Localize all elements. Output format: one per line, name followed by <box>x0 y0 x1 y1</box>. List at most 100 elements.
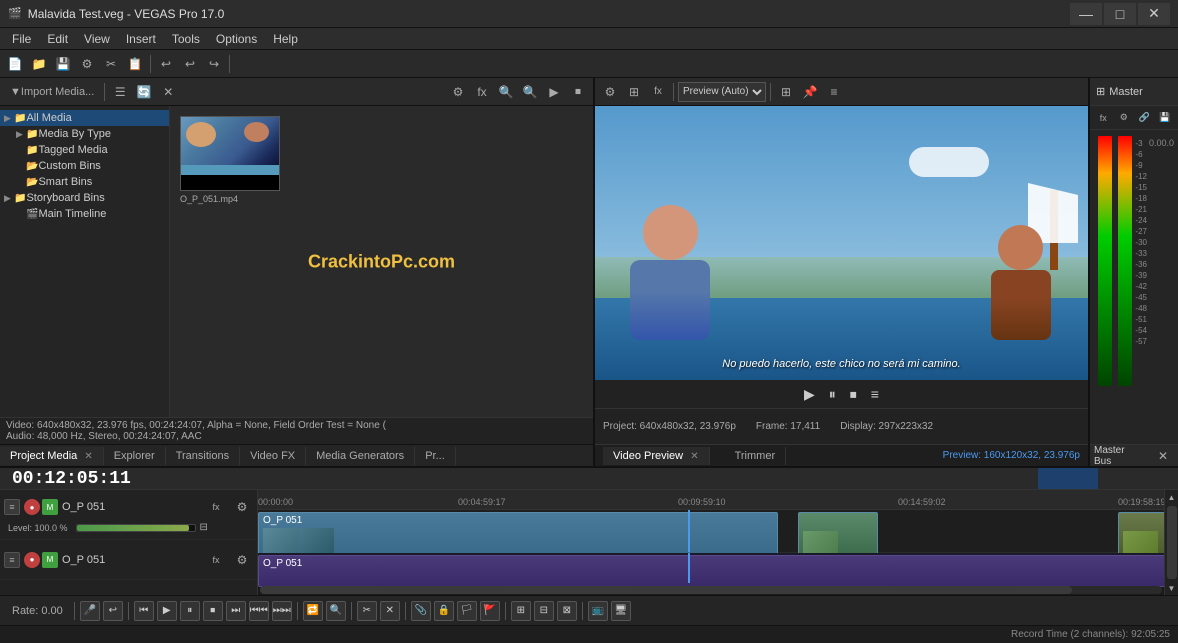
settings-icon[interactable]: ⚙ <box>447 81 469 103</box>
tree-item-tagged-media[interactable]: 📁 Tagged Media <box>0 142 169 158</box>
menu-view[interactable]: View <box>76 30 118 48</box>
minimize-button[interactable]: — <box>1070 3 1102 25</box>
trans-marker[interactable]: 🏳 <box>457 601 477 621</box>
copy-button[interactable]: 📋 <box>124 53 146 75</box>
tab-media-gen[interactable]: Media Generators <box>306 447 415 465</box>
tab-video-preview[interactable]: Video Preview ✕ <box>603 447 710 465</box>
preview-grid[interactable]: ⊞ <box>623 81 645 103</box>
scroll-down[interactable]: ▼ <box>1165 581 1178 595</box>
track-mute-btn-audio[interactable]: M <box>42 552 58 568</box>
refresh-button[interactable]: 🔄 <box>133 81 155 103</box>
save-button[interactable]: 💾 <box>52 53 74 75</box>
new-button[interactable]: 📄 <box>4 53 26 75</box>
master-fx-btn[interactable]: fx <box>1094 107 1113 129</box>
tree-item-media-by-type[interactable]: ▶ 📁 Media By Type <box>0 126 169 142</box>
trans-stop[interactable]: ⏹ <box>203 601 223 621</box>
tab-video-fx[interactable]: Video FX <box>240 447 306 465</box>
media-thumb-0p51[interactable] <box>180 116 280 191</box>
trans-more2[interactable]: 🔒 <box>434 601 454 621</box>
zoom-in[interactable]: 🔍 <box>495 81 517 103</box>
view-toggle[interactable]: ☰ <box>109 81 131 103</box>
trans-ext1[interactable]: 📺 <box>588 601 608 621</box>
tab-vp-close[interactable]: ✕ <box>690 451 698 462</box>
fx-icon[interactable]: fx <box>471 81 493 103</box>
trans-mic[interactable]: 🎤 <box>80 601 100 621</box>
preview-pause[interactable]: ⏸ <box>825 384 840 405</box>
trans-grid2[interactable]: ⊟ <box>534 601 554 621</box>
menu-insert[interactable]: Insert <box>118 30 164 48</box>
trans-play[interactable]: ▶ <box>157 601 177 621</box>
stop-button-left[interactable]: ⏹ <box>567 81 589 103</box>
zoom-out[interactable]: 🔍 <box>519 81 541 103</box>
preview-fx[interactable]: fx <box>647 81 669 103</box>
menu-options[interactable]: Options <box>208 30 265 48</box>
preview-snap[interactable]: 📌 <box>799 81 821 103</box>
preview-menu[interactable]: ≡ <box>867 384 883 404</box>
maximize-button[interactable]: □ <box>1104 3 1136 25</box>
master-save[interactable]: 💾 <box>1156 107 1175 129</box>
preview-play[interactable]: ▶ <box>800 384 819 405</box>
trans-goto-start[interactable]: ⏮ <box>134 601 154 621</box>
tree-item-smart-bins[interactable]: 📂 Smart Bins <box>0 174 169 190</box>
preview-grid2[interactable]: ⊞ <box>775 81 797 103</box>
track-settings-audio[interactable]: ⚙ <box>231 549 253 571</box>
trans-grid1[interactable]: ⊞ <box>511 601 531 621</box>
close-button[interactable]: ✕ <box>1138 3 1170 25</box>
tab-pr[interactable]: Pr... <box>415 447 456 465</box>
preview-settings[interactable]: ⚙ <box>599 81 621 103</box>
trans-pause[interactable]: ⏸ <box>180 601 200 621</box>
menu-edit[interactable]: Edit <box>39 30 76 48</box>
timeline-scrollbar[interactable] <box>258 584 1164 595</box>
track-rec-btn[interactable]: ● <box>24 499 40 515</box>
preview-stop[interactable]: ⏹ <box>846 384 861 405</box>
track-rec-btn-audio[interactable]: ● <box>24 552 40 568</box>
trans-more1[interactable]: 📎 <box>411 601 431 621</box>
master-link[interactable]: 🔗 <box>1135 107 1154 129</box>
trans-ext2[interactable]: 🖥 <box>611 601 631 621</box>
trans-del[interactable]: ✕ <box>380 601 400 621</box>
trans-next-frame[interactable]: ⏭⏭ <box>272 601 292 621</box>
preview-mode-select[interactable]: Preview (Auto) <box>678 82 766 102</box>
scroll-up[interactable]: ▲ <box>1165 490 1178 504</box>
open-button[interactable]: 📁 <box>28 53 50 75</box>
tab-trimmer[interactable]: Trimmer <box>725 447 787 465</box>
trans-grid3[interactable]: ⊠ <box>557 601 577 621</box>
play-button-left[interactable]: ▶ <box>543 81 565 103</box>
menu-help[interactable]: Help <box>265 30 306 48</box>
tree-item-custom-bins[interactable]: 📂 Custom Bins <box>0 158 169 174</box>
tab-project-media-close[interactable]: ✕ <box>84 451 92 462</box>
trans-rewind[interactable]: ↩ <box>103 601 123 621</box>
track-expand[interactable]: ≡ <box>4 499 20 515</box>
redo-button[interactable]: ↪ <box>203 53 225 75</box>
menu-file[interactable]: File <box>4 30 39 48</box>
track-fx-audio[interactable]: fx <box>205 549 227 571</box>
master-settings[interactable]: ⚙ <box>1115 107 1134 129</box>
tree-item-storyboard-bins[interactable]: ▶ 📁 Storyboard Bins <box>0 190 169 206</box>
tab-transitions[interactable]: Transitions <box>166 447 240 465</box>
undo2-button[interactable]: ↩ <box>179 53 201 75</box>
track-clip-video-3[interactable] <box>1118 512 1164 558</box>
track-expand-audio[interactable]: ≡ <box>4 552 20 568</box>
cut-button[interactable]: ✂ <box>100 53 122 75</box>
track-clip-video-main[interactable]: O_P 051 <box>258 512 778 558</box>
settings-button[interactable]: ⚙ <box>76 53 98 75</box>
trans-flag[interactable]: 🚩 <box>480 601 500 621</box>
trans-prev-frame[interactable]: ⏮⏮ <box>249 601 269 621</box>
menu-tools[interactable]: Tools <box>164 30 208 48</box>
tab-project-media[interactable]: Project Media ✕ <box>0 447 104 465</box>
preview-more[interactable]: ≡ <box>823 81 845 103</box>
close-panel-button[interactable]: ✕ <box>157 81 179 103</box>
trans-cut-mode[interactable]: ✂ <box>357 601 377 621</box>
track-clip-audio-main[interactable]: O_P 051 <box>258 555 1164 587</box>
import-media-button[interactable]: ▼ Import Media... <box>4 81 100 103</box>
trans-goto-end[interactable]: ⏭ <box>226 601 246 621</box>
tree-item-all-media[interactable]: ▶ 📁 All Media <box>0 110 169 126</box>
tree-item-main-timeline[interactable]: 🎬 Main Timeline <box>0 206 169 222</box>
track-clip-video-2[interactable] <box>798 512 878 558</box>
timeline-vscroll[interactable]: ▲ ▼ <box>1164 490 1178 595</box>
trans-zoom[interactable]: 🔍 <box>326 601 346 621</box>
track-settings-video[interactable]: ⚙ <box>231 496 253 518</box>
track-fx-video[interactable]: fx <box>205 496 227 518</box>
timeline-content[interactable]: 00:00:00 00:04:59:17 00:09:59:10 00:14:5… <box>258 490 1164 595</box>
undo-button[interactable]: ↩ <box>155 53 177 75</box>
